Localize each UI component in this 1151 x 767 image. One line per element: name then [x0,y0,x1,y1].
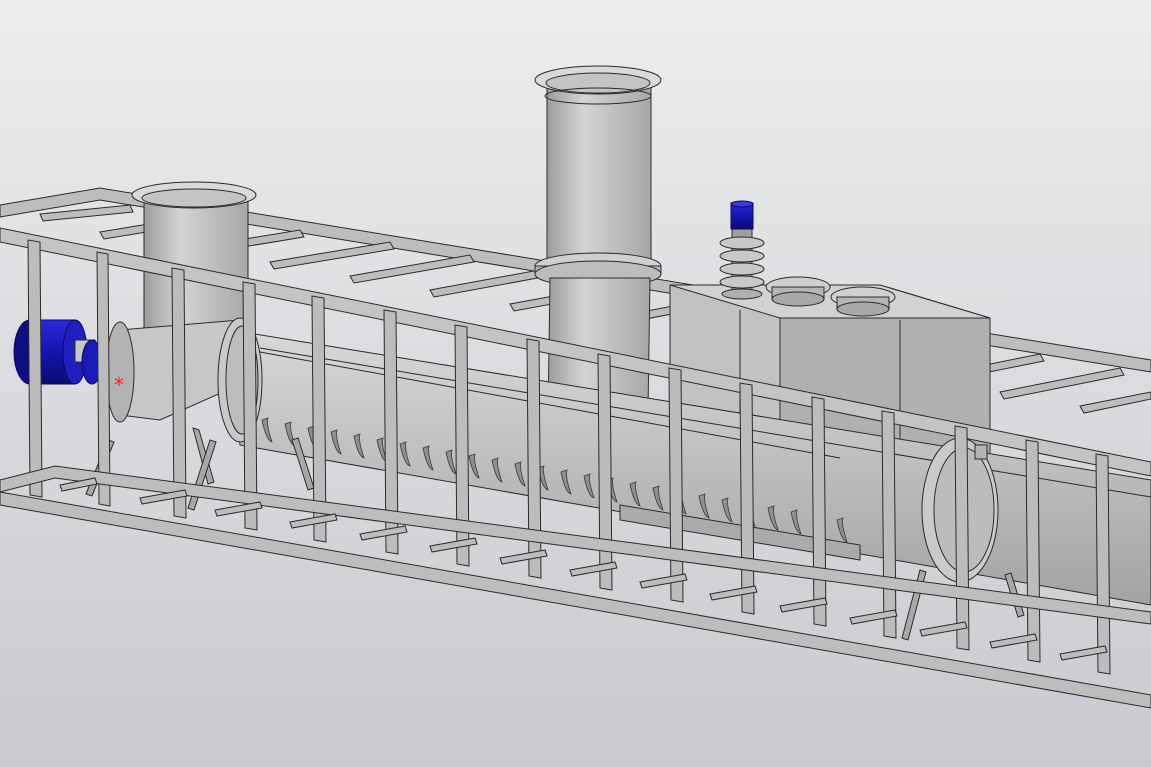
model-scene[interactable]: * [0,0,1151,767]
box-port-1[interactable] [765,276,831,307]
sensor-cap-blue[interactable] [730,200,754,230]
origin-marker: * [114,373,124,397]
cad-viewport[interactable]: * [0,0,1151,767]
box-port-2[interactable] [830,286,896,317]
